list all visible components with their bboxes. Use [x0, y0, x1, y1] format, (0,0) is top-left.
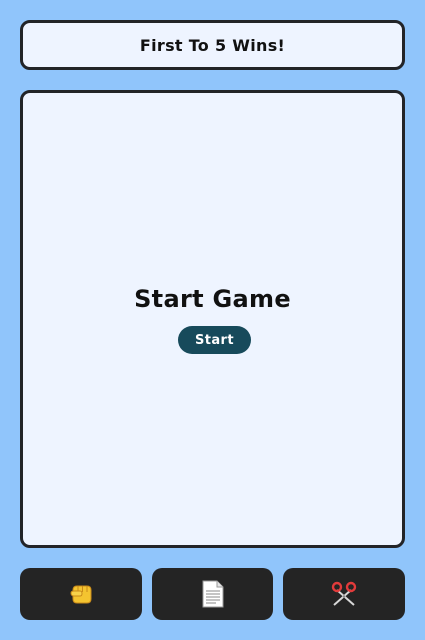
- fist-icon: [70, 585, 92, 604]
- rules-text: First To 5 Wins!: [139, 35, 286, 55]
- game-board: Start Game Start: [20, 90, 405, 548]
- paper-icon: [202, 580, 223, 608]
- rock-button[interactable]: [20, 568, 142, 620]
- rules-banner: First To 5 Wins!: [20, 20, 405, 70]
- scissors-button[interactable]: [283, 568, 405, 620]
- scissors-icon: [331, 581, 357, 606]
- game-title: Start Game: [134, 285, 291, 313]
- start-button[interactable]: Start: [178, 326, 251, 354]
- paper-button[interactable]: [152, 568, 273, 620]
